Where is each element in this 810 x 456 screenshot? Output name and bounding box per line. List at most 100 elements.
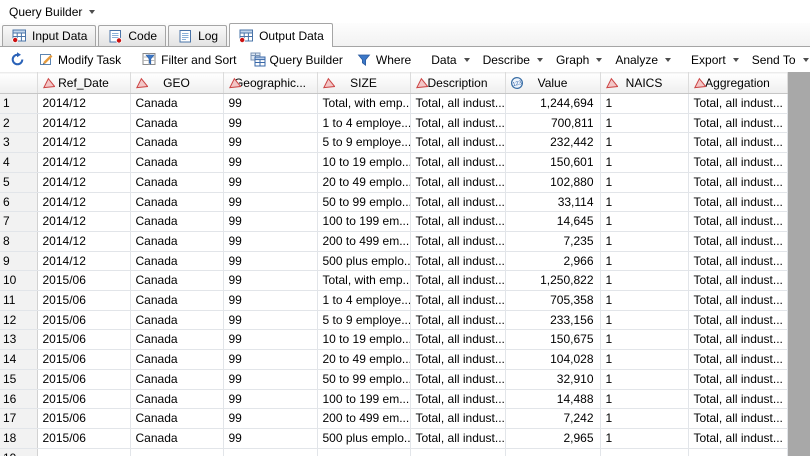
cell-value[interactable]: 2,965 xyxy=(505,428,601,449)
cell-size[interactable]: Total, with emp... xyxy=(317,93,411,114)
cell-size[interactable]: Total, with emp... xyxy=(317,270,411,292)
column-header-description[interactable]: Description xyxy=(410,72,506,94)
cell-geographic[interactable]: 99 xyxy=(223,329,318,351)
cell-aggregation[interactable]: Total, all indust... xyxy=(688,93,788,114)
cell-description[interactable]: Total, all indust... xyxy=(410,408,506,429)
cell-size[interactable]: 1 to 4 employe... xyxy=(317,113,411,134)
cell-value[interactable]: 7,242 xyxy=(505,408,601,429)
cell-size[interactable]: 20 to 49 emplo... xyxy=(317,349,411,370)
cell-value[interactable]: 2,966 xyxy=(505,251,601,272)
cell-description[interactable]: Total, all indust... xyxy=(410,152,506,173)
cell-ref_date[interactable]: 2014/12 xyxy=(37,172,131,193)
cell-aggregation[interactable]: Total, all indust... xyxy=(688,152,788,173)
tab-input-data[interactable]: Input Data xyxy=(2,25,97,46)
cell-description[interactable]: Total, all indust... xyxy=(410,231,506,252)
cell-naics[interactable]: 1 xyxy=(600,329,689,351)
cell-geographic[interactable]: 99 xyxy=(223,389,318,410)
cell-ref_date[interactable]: 2014/12 xyxy=(37,211,131,232)
cell-ref_date[interactable]: 2014/12 xyxy=(37,152,131,173)
cell-naics[interactable]: 1 xyxy=(600,152,689,173)
cell-ref_date[interactable]: 2014/12 xyxy=(37,93,131,114)
cell-geographic[interactable]: 99 xyxy=(223,270,318,292)
cell-naics[interactable]: 1 xyxy=(600,93,689,114)
cell-description[interactable]: Total, all indust... xyxy=(410,290,506,311)
cell-geo[interactable]: Canada xyxy=(130,270,224,292)
cell-aggregation[interactable]: Total, all indust... xyxy=(688,349,788,370)
cell-geographic[interactable]: 99 xyxy=(223,251,318,272)
cell-ref_date[interactable]: 2015/06 xyxy=(37,349,131,370)
cell-size[interactable]: 500 plus emplo... xyxy=(317,251,411,272)
column-header-row-number[interactable] xyxy=(0,72,38,94)
tab-log[interactable]: Log xyxy=(168,25,228,46)
cell-aggregation[interactable]: Total, all indust... xyxy=(688,132,788,154)
row-number-cell[interactable]: 2 xyxy=(0,113,38,134)
cell-value[interactable]: 700,811 xyxy=(505,113,601,134)
cell-description[interactable]: Total, all indust... xyxy=(410,270,506,292)
cell-description[interactable]: Total, all indust... xyxy=(410,310,506,331)
row-number-cell[interactable]: 10 xyxy=(0,270,38,292)
cell-size[interactable]: 100 to 199 em... xyxy=(317,211,411,232)
modify-task-button[interactable]: Modify Task xyxy=(32,49,127,71)
send-to-menu[interactable]: Send To xyxy=(746,50,810,70)
cell-geographic[interactable]: 99 xyxy=(223,132,318,154)
cell-value[interactable]: 32,910 xyxy=(505,369,601,390)
cell-size[interactable]: 1 to 4 employe... xyxy=(317,290,411,311)
cell-size[interactable]: 5 to 9 employe... xyxy=(317,132,411,154)
cell-aggregation[interactable]: Total, all indust... xyxy=(688,408,788,429)
cell-description[interactable] xyxy=(410,448,506,456)
cell-value[interactable]: 14,488 xyxy=(505,389,601,410)
cell-description[interactable]: Total, all indust... xyxy=(410,329,506,351)
cell-ref_date[interactable]: 2015/06 xyxy=(37,290,131,311)
cell-geo[interactable]: Canada xyxy=(130,211,224,232)
cell-naics[interactable]: 1 xyxy=(600,408,689,429)
cell-aggregation[interactable]: Total, all indust... xyxy=(688,113,788,134)
cell-size[interactable]: 5 to 9 employe... xyxy=(317,310,411,331)
cell-description[interactable]: Total, all indust... xyxy=(410,251,506,272)
cell-description[interactable]: Total, all indust... xyxy=(410,172,506,193)
cell-aggregation[interactable]: Total, all indust... xyxy=(688,211,788,232)
cell-geographic[interactable]: 99 xyxy=(223,172,318,193)
cell-geo[interactable]: Canada xyxy=(130,408,224,429)
cell-ref_date[interactable]: 2015/06 xyxy=(37,329,131,351)
cell-description[interactable]: Total, all indust... xyxy=(410,428,506,449)
cell-size[interactable]: 10 to 19 emplo... xyxy=(317,329,411,351)
cell-aggregation[interactable]: Total, all indust... xyxy=(688,270,788,292)
cell-geographic[interactable]: 99 xyxy=(223,349,318,370)
cell-description[interactable]: Total, all indust... xyxy=(410,132,506,154)
cell-geographic[interactable]: 99 xyxy=(223,192,318,213)
cell-naics[interactable]: 1 xyxy=(600,251,689,272)
cell-aggregation[interactable]: Total, all indust... xyxy=(688,329,788,351)
row-number-cell[interactable]: 6 xyxy=(0,192,38,213)
row-number-cell[interactable]: 8 xyxy=(0,231,38,252)
cell-ref_date[interactable]: 2015/06 xyxy=(37,310,131,331)
cell-description[interactable]: Total, all indust... xyxy=(410,211,506,232)
cell-naics[interactable]: 1 xyxy=(600,172,689,193)
cell-naics[interactable]: 1 xyxy=(600,113,689,134)
row-number-cell[interactable]: 17 xyxy=(0,408,38,429)
row-number-cell[interactable]: 5 xyxy=(0,172,38,193)
tab-code[interactable]: Code xyxy=(98,25,167,46)
row-number-cell[interactable]: 3 xyxy=(0,132,38,154)
cell-geo[interactable]: Canada xyxy=(130,428,224,449)
cell-ref_date[interactable]: 2014/12 xyxy=(37,113,131,134)
cell-description[interactable]: Total, all indust... xyxy=(410,389,506,410)
row-number-cell[interactable]: 18 xyxy=(0,428,38,449)
describe-menu[interactable]: Describe xyxy=(477,50,549,70)
cell-value[interactable]: 104,028 xyxy=(505,349,601,370)
cell-geo[interactable]: Canada xyxy=(130,310,224,331)
cell-geographic[interactable]: 99 xyxy=(223,369,318,390)
cell-geographic[interactable]: 99 xyxy=(223,113,318,134)
cell-value[interactable]: 7,235 xyxy=(505,231,601,252)
cell-aggregation[interactable]: Total, all indust... xyxy=(688,310,788,331)
cell-value[interactable]: 150,601 xyxy=(505,152,601,173)
row-number-cell[interactable]: 4 xyxy=(0,152,38,173)
data-menu[interactable]: Data xyxy=(425,50,475,70)
cell-naics[interactable]: 1 xyxy=(600,231,689,252)
cell-size[interactable]: 50 to 99 emplo... xyxy=(317,369,411,390)
row-number-cell[interactable]: 16 xyxy=(0,389,38,410)
cell-aggregation[interactable]: Total, all indust... xyxy=(688,172,788,193)
cell-ref_date[interactable] xyxy=(37,448,131,456)
cell-geographic[interactable]: 99 xyxy=(223,211,318,232)
export-menu[interactable]: Export xyxy=(685,50,745,70)
cell-value[interactable]: 233,156 xyxy=(505,310,601,331)
